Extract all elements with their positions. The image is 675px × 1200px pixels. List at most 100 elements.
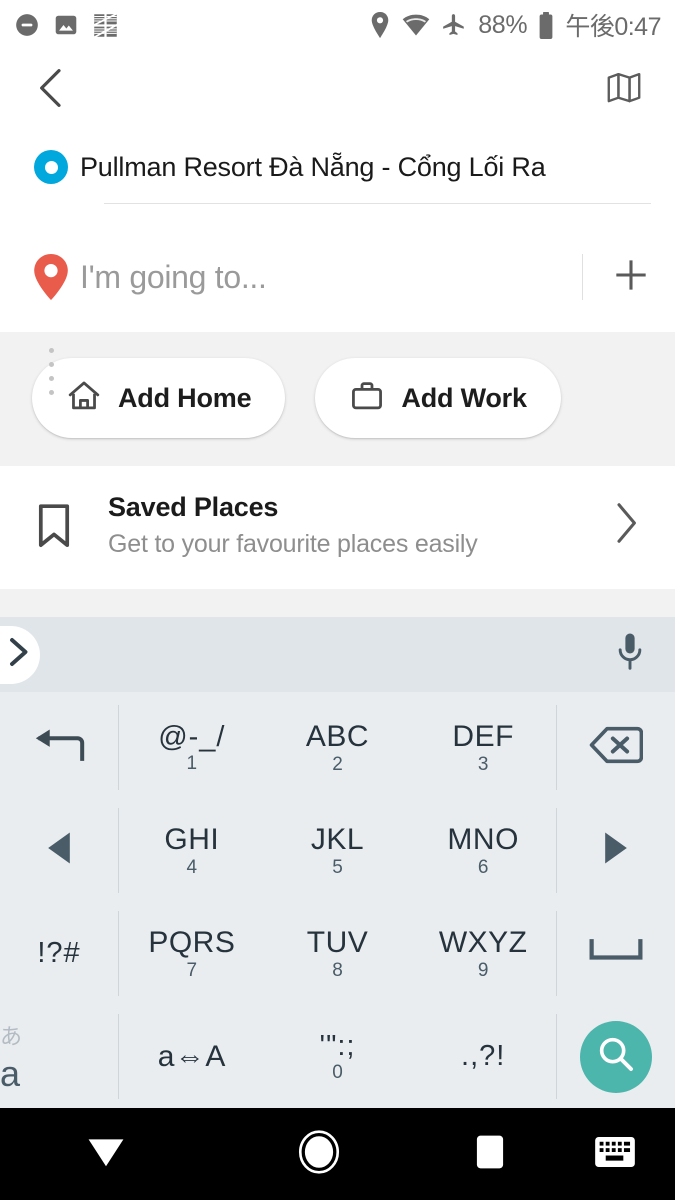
status-bar-left-icons: [14, 11, 119, 39]
saved-places-title: Saved Places: [108, 492, 279, 522]
airplane-mode-icon: [441, 12, 467, 38]
keyboard-row-1: @-_/ 1 ABC 2 DEF 3: [0, 696, 675, 799]
battery-icon: [538, 11, 554, 39]
language-key-kana: あ: [0, 1023, 23, 1049]
key-1-sub: 1: [186, 753, 198, 775]
route-connector-dots: [22, 348, 80, 395]
key-4-sub: 4: [186, 856, 198, 878]
key-8[interactable]: TUV 8: [265, 902, 411, 1005]
route-input-section: Pullman Resort Đà Nẵng - Cổng Lối Ra I'm…: [0, 130, 675, 395]
status-bar-clock: 午後0:47: [565, 13, 661, 41]
key-2[interactable]: ABC 2: [265, 696, 411, 799]
chevron-right-icon: [613, 502, 639, 549]
key-7[interactable]: PQRS 7: [119, 902, 265, 1005]
back-button[interactable]: [28, 67, 74, 113]
symbols-key[interactable]: !?#: [0, 902, 118, 1005]
key-3-sub: 3: [477, 753, 489, 775]
key-punctuation-main: .,?!: [461, 1040, 506, 1073]
key-1-main: @-_/: [158, 720, 226, 753]
nav-back-button[interactable]: [0, 1133, 213, 1176]
language-key[interactable]: あ a: [0, 1005, 118, 1108]
backspace-icon: [589, 725, 644, 770]
key-6-main: MNO: [447, 823, 519, 857]
key-3-main: DEF: [452, 720, 514, 754]
key-case-toggle-main: a⇔A: [157, 1039, 226, 1073]
key-3[interactable]: DEF 3: [410, 696, 556, 799]
key-2-main: ABC: [305, 720, 370, 754]
keyboard: @-_/ 1 ABC 2 DEF 3 GHI 4 JKL 5 MNO 6 !?#…: [0, 617, 675, 1108]
destination-pin-marker: [33, 254, 69, 300]
microphone-icon: [615, 632, 645, 677]
search-button[interactable]: [580, 1020, 653, 1093]
keyboard-row-2: GHI 4 JKL 5 MNO 6: [0, 799, 675, 902]
chevron-right-icon: [6, 637, 30, 672]
field-divider: [582, 254, 583, 300]
arrow-left-icon: [44, 831, 74, 870]
key-7-sub: 7: [186, 959, 198, 981]
status-bar-right-icons: 88% 午後0:47: [369, 7, 661, 43]
key-0-sub: 0: [332, 1062, 343, 1084]
add-home-label: Add Home: [118, 382, 252, 413]
map-view-button[interactable]: [601, 67, 647, 113]
key-1[interactable]: @-_/ 1: [119, 696, 265, 799]
nav-keyboard-switch-button[interactable]: [555, 1136, 675, 1173]
nav-home-button[interactable]: [213, 1129, 426, 1180]
add-waypoint-button[interactable]: [609, 255, 653, 299]
battery-percent: 88%: [478, 10, 528, 39]
symbols-key-label: !?#: [37, 937, 81, 970]
briefcase-icon: [349, 378, 385, 419]
add-work-button[interactable]: Add Work: [315, 358, 561, 438]
destination-marker: [22, 254, 80, 300]
hide-keyboard-down-icon: [85, 1133, 127, 1176]
space-key[interactable]: [557, 902, 675, 1005]
destination-field-row[interactable]: I'm going to...: [0, 240, 675, 314]
do-not-disturb-icon: [14, 12, 40, 38]
suggestion-expand-button[interactable]: [0, 625, 40, 684]
back-chevron-icon: [34, 68, 68, 113]
key-5-main: JKL: [310, 823, 365, 857]
key-7-main: PQRS: [148, 926, 236, 960]
key-5-sub: 5: [332, 856, 343, 878]
cursor-right-key[interactable]: [557, 799, 675, 902]
key-5[interactable]: JKL 5: [265, 799, 411, 902]
key-8-main: TUV: [306, 926, 369, 960]
saved-places-row[interactable]: Saved Places Get to your favourite place…: [0, 466, 675, 589]
system-navigation-bar: [0, 1108, 675, 1200]
recents-square-icon: [475, 1134, 505, 1175]
wifi-icon: [402, 13, 430, 37]
key-0[interactable]: '":; 0: [265, 1005, 411, 1108]
nav-recents-button[interactable]: [425, 1134, 555, 1175]
status-bar: 88% 午後0:47: [0, 0, 675, 50]
key-case-toggle[interactable]: a⇔A: [119, 1005, 265, 1108]
backspace-key[interactable]: [557, 696, 675, 799]
key-4-main: GHI: [164, 823, 220, 857]
app-screen: 88% 午後0:47 Pullman Resort Đà Nẵng - Cổng…: [0, 0, 675, 1200]
shortcut-chips-band: Add Home Add Work: [0, 332, 675, 466]
cursor-left-key[interactable]: [0, 799, 118, 902]
key-9[interactable]: WXYZ 9: [410, 902, 556, 1005]
key-8-sub: 8: [332, 959, 343, 981]
undo-key[interactable]: [0, 696, 118, 799]
key-2-sub: 2: [332, 753, 343, 775]
bookmark-icon: [26, 503, 82, 548]
key-6[interactable]: MNO 6: [410, 799, 556, 902]
add-work-label: Add Work: [401, 382, 527, 413]
origin-field-row[interactable]: Pullman Resort Đà Nẵng - Cổng Lối Ra: [0, 130, 675, 204]
search-key[interactable]: [557, 1005, 675, 1108]
key-9-sub: 9: [477, 959, 489, 981]
screenshot-image-icon: [53, 12, 79, 38]
key-6-sub: 6: [477, 856, 489, 878]
location-icon: [369, 12, 391, 38]
action-bar: [0, 50, 675, 130]
folded-map-icon: [606, 71, 642, 110]
space-bar-icon: [588, 938, 644, 969]
keyboard-row-4: あ a a⇔A '":; 0 .,?!: [0, 1005, 675, 1108]
key-9-main: WXYZ: [438, 926, 528, 960]
origin-circle-marker: [34, 150, 68, 184]
key-4[interactable]: GHI 4: [119, 799, 265, 902]
saved-places-chevron[interactable]: [613, 502, 649, 549]
undo-arrow-icon: [32, 728, 86, 767]
key-punctuation[interactable]: .,?!: [410, 1005, 556, 1108]
voice-input-button[interactable]: [615, 632, 645, 677]
keyboard-rows: @-_/ 1 ABC 2 DEF 3 GHI 4 JKL 5 MNO 6 !?#…: [0, 692, 675, 1108]
